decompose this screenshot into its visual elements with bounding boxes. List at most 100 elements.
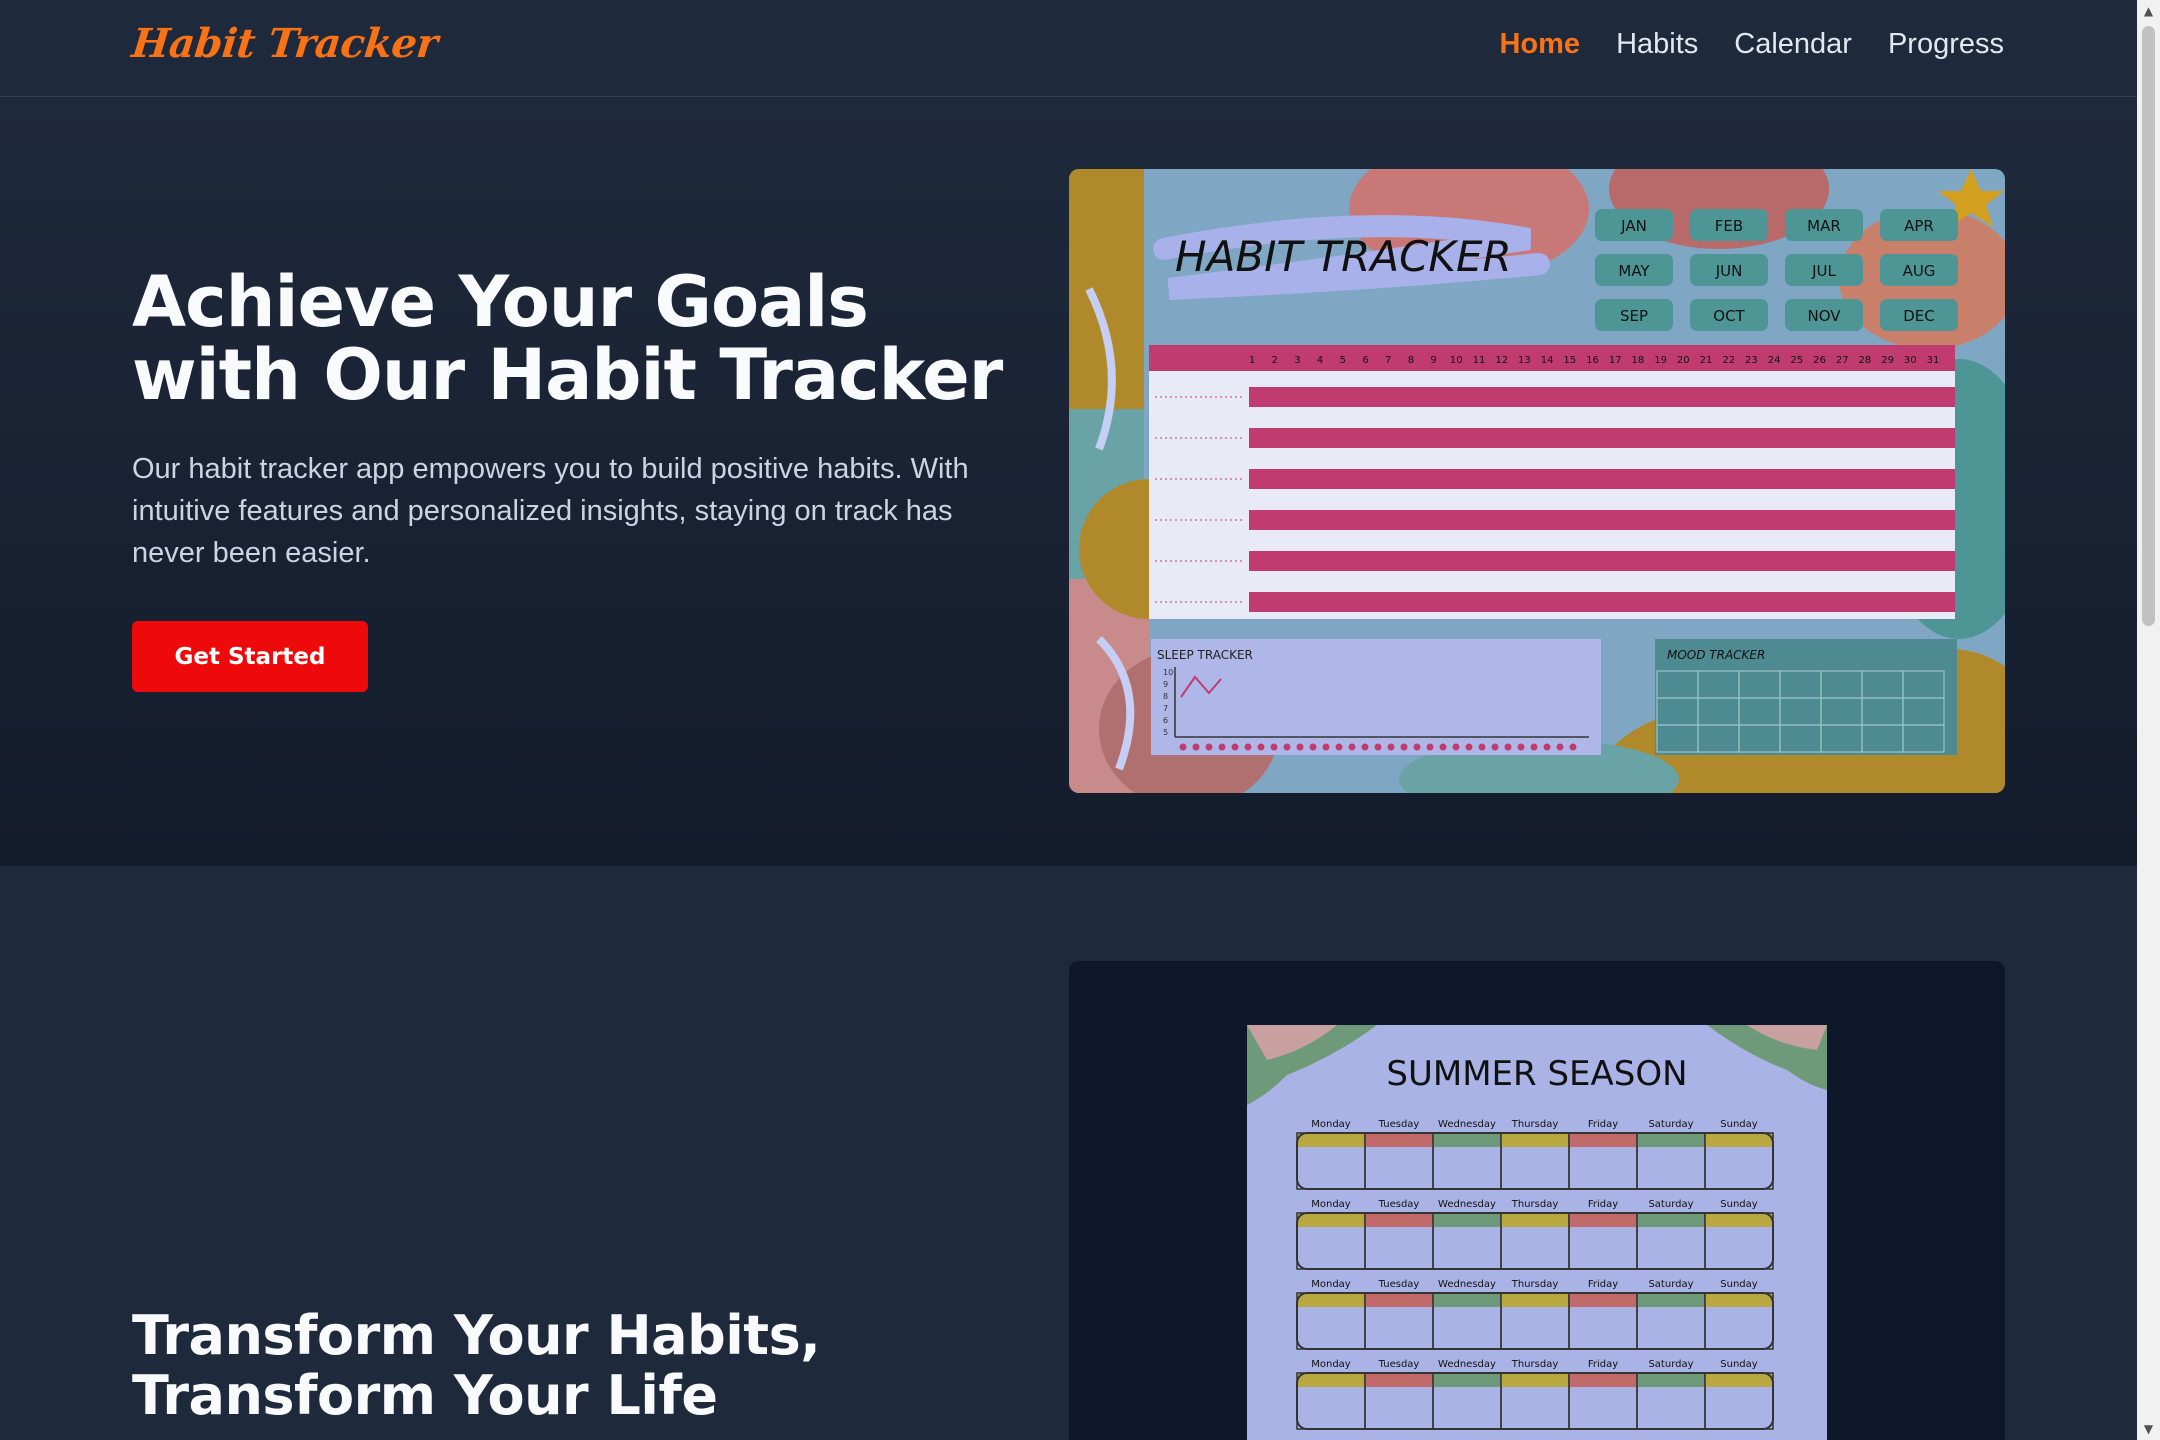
- weekday-label: Saturday: [1648, 1199, 1693, 1210]
- nav-calendar[interactable]: Calendar: [1734, 28, 1852, 61]
- day-number: 19: [1654, 355, 1667, 366]
- sleep-dot: [1530, 743, 1538, 751]
- mood-tracker-label: MOOD TRACKER: [1667, 648, 1765, 662]
- sleep-dot: [1257, 743, 1265, 751]
- weekday-label: Saturday: [1648, 1359, 1693, 1370]
- day-stripe: [1637, 1373, 1705, 1387]
- sleep-dot: [1218, 743, 1226, 751]
- day-number: 10: [1450, 355, 1463, 366]
- illustration-title: HABIT TRACKER: [1175, 232, 1512, 281]
- day-stripe: [1705, 1213, 1773, 1227]
- weekday-label: Wednesday: [1438, 1119, 1496, 1130]
- day-number: 7: [1385, 355, 1391, 366]
- main-nav: Home Habits Calendar Progress: [1499, 28, 2004, 61]
- day-number: 22: [1722, 355, 1735, 366]
- get-started-button[interactable]: Get Started: [132, 621, 368, 692]
- day-number: 31: [1927, 355, 1940, 366]
- habit-row-bar: [1249, 510, 1955, 530]
- day-stripe: [1297, 1293, 1365, 1307]
- scroll-thumb[interactable]: [2142, 26, 2155, 626]
- day-number: 26: [1813, 355, 1826, 366]
- month-label: MAR: [1807, 217, 1841, 235]
- sleep-scale-label: 5: [1163, 728, 1168, 737]
- weekday-label: Tuesday: [1378, 1199, 1420, 1210]
- month-label: APR: [1904, 217, 1934, 235]
- habit-row-bar: [1249, 551, 1955, 571]
- day-stripe: [1705, 1293, 1773, 1307]
- scroll-down-arrow-icon[interactable]: ▼: [2137, 1418, 2160, 1440]
- day-number: 12: [1495, 355, 1508, 366]
- weekday-label: Tuesday: [1378, 1359, 1420, 1370]
- day-stripe: [1637, 1293, 1705, 1307]
- day-stripe: [1297, 1373, 1365, 1387]
- sleep-dot: [1543, 743, 1551, 751]
- day-number: 2: [1272, 355, 1278, 366]
- weekday-label: Sunday: [1720, 1119, 1757, 1130]
- day-number: 14: [1541, 355, 1554, 366]
- nav-progress[interactable]: Progress: [1888, 28, 2004, 61]
- day-number: 21: [1700, 355, 1713, 366]
- sleep-dot: [1296, 743, 1304, 751]
- weekday-label: Monday: [1311, 1279, 1351, 1290]
- day-stripe: [1501, 1213, 1569, 1227]
- month-label: DEC: [1903, 307, 1935, 325]
- weekday-label: Thursday: [1511, 1119, 1559, 1130]
- hero-title: Achieve Your Goals with Our Habit Tracke…: [132, 261, 1003, 416]
- habit-row-bar: [1249, 469, 1955, 489]
- scroll-up-arrow-icon[interactable]: ▲: [2137, 0, 2160, 22]
- sleep-dot: [1309, 743, 1317, 751]
- sleep-dot: [1452, 743, 1460, 751]
- sleep-dot: [1231, 743, 1239, 751]
- day-number: 25: [1790, 355, 1803, 366]
- weekday-label: Wednesday: [1438, 1279, 1496, 1290]
- summer-season-illustration: SUMMER SEASON Monday Tuesday Wednesday Thur…: [1247, 1025, 1827, 1440]
- day-stripe: [1501, 1133, 1569, 1147]
- scrollbar[interactable]: ▲ ▼: [2137, 0, 2160, 1440]
- habit-tracker-illustration: HABIT TRACKER JAN FEB MAR APR MAY JUN JUL AUG SE…: [1069, 169, 2005, 793]
- sleep-dot: [1283, 743, 1291, 751]
- weekday-label: Sunday: [1720, 1279, 1757, 1290]
- day-number: 3: [1294, 355, 1300, 366]
- hero-section: Achieve Your Goals with Our Habit Tracke…: [0, 98, 2137, 866]
- weekday-label: Thursday: [1511, 1199, 1559, 1210]
- day-stripe: [1705, 1133, 1773, 1147]
- sleep-dot: [1556, 743, 1564, 751]
- weekday-label: Friday: [1588, 1199, 1618, 1210]
- summer-season-svg: SUMMER SEASON Monday Tuesday Wednesday Thur…: [1247, 1025, 1827, 1440]
- sleep-scale-label: 10: [1163, 668, 1173, 677]
- day-stripe: [1569, 1373, 1637, 1387]
- weekday-label: Thursday: [1511, 1279, 1559, 1290]
- sleep-dot: [1439, 743, 1447, 751]
- sleep-dot: [1400, 743, 1408, 751]
- nav-home[interactable]: Home: [1499, 28, 1580, 61]
- day-stripe: [1365, 1373, 1433, 1387]
- month-label: JAN: [1620, 217, 1647, 235]
- sleep-dot: [1426, 743, 1434, 751]
- day-stripe: [1637, 1133, 1705, 1147]
- sleep-dot: [1205, 743, 1213, 751]
- day-stripe: [1297, 1213, 1365, 1227]
- day-number: 24: [1768, 355, 1781, 366]
- logo[interactable]: Habit Tracker: [130, 20, 440, 67]
- day-number: 28: [1859, 355, 1872, 366]
- weekday-label: Friday: [1588, 1359, 1618, 1370]
- day-stripe: [1433, 1293, 1501, 1307]
- section-title: Transform Your Habits, Transform Your Li…: [132, 1304, 821, 1427]
- day-stripe: [1433, 1213, 1501, 1227]
- sleep-dot: [1361, 743, 1369, 751]
- day-stripe: [1569, 1293, 1637, 1307]
- sleep-dot: [1517, 743, 1525, 751]
- month-label: JUL: [1811, 262, 1836, 280]
- nav-habits[interactable]: Habits: [1616, 28, 1698, 61]
- sleep-dot: [1465, 743, 1473, 751]
- month-label: JUN: [1715, 262, 1743, 280]
- sleep-scale-label: 6: [1163, 716, 1168, 725]
- day-number: 8: [1408, 355, 1414, 366]
- sleep-dot: [1491, 743, 1499, 751]
- sleep-tracker-label: SLEEP TRACKER: [1157, 648, 1253, 662]
- sleep-dot: [1569, 743, 1577, 751]
- sleep-dot: [1322, 743, 1330, 751]
- day-number: 4: [1317, 355, 1323, 366]
- sleep-dot: [1413, 743, 1421, 751]
- sleep-scale-label: 8: [1163, 692, 1168, 701]
